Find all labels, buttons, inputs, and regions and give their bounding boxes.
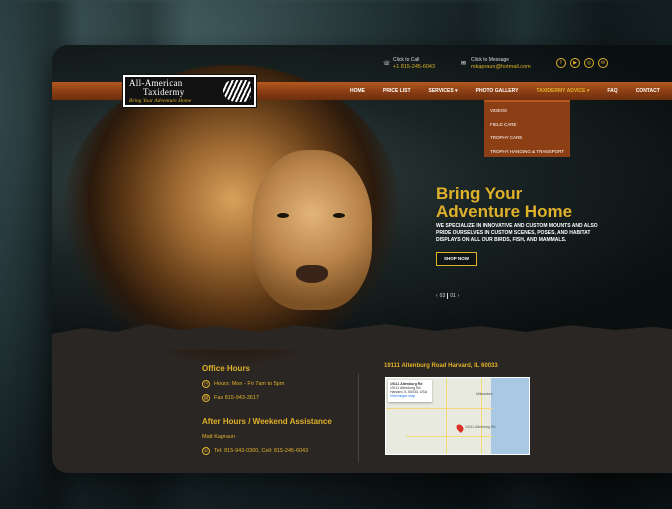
nav-services-label: SERVICES <box>428 88 454 94</box>
nav-home[interactable]: HOME <box>341 88 374 94</box>
hero-headline: Bring Your Adventure Home <box>436 185 572 221</box>
address: 19111 Altenburg Road Harvard, IL 60033 <box>384 363 498 369</box>
email-icon[interactable]: ✉ <box>598 58 608 68</box>
youtube-icon[interactable]: ▶ <box>570 58 580 68</box>
slide-total: 01 <box>450 293 456 299</box>
shop-now-button[interactable]: SHOP NOW <box>436 252 477 266</box>
map-card-sub: 19111 Altenburg Rd, Harvard, IL 60033, U… <box>390 386 428 394</box>
slide-pager: ‹ 03 01 › <box>436 293 459 299</box>
zebra-logo-icon <box>223 80 251 102</box>
phone-icon: ☏ <box>383 61 391 67</box>
map-road <box>386 408 493 409</box>
prev-slide-icon[interactable]: ‹ <box>436 293 438 299</box>
main-nav: HOME PRICE LIST SERVICES ▾ PHOTO GALLERY… <box>341 82 669 100</box>
column-divider <box>358 373 359 463</box>
message-icon: ✉ <box>461 61 467 67</box>
location-map[interactable]: 19111 Altenburg Rd 19111 Altenburg Rd, H… <box>385 377 530 455</box>
click-to-call[interactable]: ☏ Click to Call +1 815-245-6043 <box>383 57 435 71</box>
dropdown-item-trophy-care[interactable]: TROPHY CARE <box>484 132 570 146</box>
nav-photo-gallery[interactable]: PHOTO GALLERY <box>467 88 528 94</box>
slide-current: 03 <box>439 293 446 299</box>
nav-contact[interactable]: CONTACT <box>627 88 669 94</box>
map-road <box>481 378 482 454</box>
hours-line: ◷ Hours: Mon - Fri 7am to 5pm <box>202 380 284 388</box>
lion-eye-right <box>332 212 346 219</box>
info-section: Office Hours ◷ Hours: Mon - Fri 7am to 5… <box>52 345 672 473</box>
message-label: Click to Message <box>471 57 510 63</box>
map-road <box>406 436 493 437</box>
dropdown-item-videos[interactable]: VIDEOS <box>484 105 570 119</box>
fax-icon: ▤ <box>202 394 210 402</box>
instagram-icon[interactable]: ◎ <box>584 58 594 68</box>
website-frame: Bring Your Adventure Home WE SPECIALIZE … <box>52 45 672 473</box>
social-links: f ▶ ◎ ✉ <box>556 58 608 68</box>
fax-text: Fax 815-943-3617 <box>214 395 259 401</box>
chevron-down-icon: ▾ <box>586 88 590 94</box>
hours-text: Hours: Mon - Fri 7am to 5pm <box>214 381 285 387</box>
map-lake <box>491 378 529 454</box>
nav-taxidermy-advice-label: TAXIDERMY ADVICE <box>536 88 586 94</box>
map-road <box>446 378 447 454</box>
map-info-card: 19111 Altenburg Rd 19111 Altenburg Rd, H… <box>388 380 432 402</box>
lion-eye-left <box>276 212 290 219</box>
site-logo[interactable]: All-American Taxidermy Bring Your Advent… <box>122 74 257 108</box>
office-hours-title: Office Hours <box>202 364 251 373</box>
call-label: Click to Call <box>393 57 420 63</box>
contact-name: Matt Kapraun <box>202 434 236 440</box>
pager-divider <box>447 293 449 299</box>
click-to-message[interactable]: ✉ Click to Message mkapraun@hotmail.com <box>461 57 531 71</box>
lion-face-image <box>252 150 372 310</box>
view-larger-map-link[interactable]: View larger map <box>390 394 430 398</box>
fax-line: ▤ Fax 815-943-3617 <box>202 394 259 402</box>
call-value[interactable]: +1 815-245-6043 <box>393 64 435 71</box>
nav-taxidermy-advice[interactable]: TAXIDERMY ADVICE ▾ <box>527 88 598 94</box>
map-pin-icon[interactable] <box>455 423 465 433</box>
hero-headline-line2: Adventure Home <box>436 202 573 221</box>
hero-subtext: WE SPECIALIZE IN INNOVATIVE AND CUSTOM M… <box>436 223 598 243</box>
hero-headline-line1: Bring Your <box>436 184 523 203</box>
clock-icon: ◷ <box>202 380 210 388</box>
after-hours-title: After Hours / Weekend Assistance <box>202 417 332 426</box>
facebook-icon[interactable]: f <box>556 58 566 68</box>
lion-nose <box>296 265 328 283</box>
dropdown-item-field-care[interactable]: FIELD CARE <box>484 119 570 133</box>
taxidermy-advice-dropdown: VIDEOS FIELD CARE TROPHY CARE TROPHY HAN… <box>484 100 570 157</box>
top-bar: ☏ Click to Call +1 815-245-6043 ✉ Click … <box>52 45 672 79</box>
map-city-label: Milwaukee <box>476 392 493 396</box>
chevron-down-icon: ▾ <box>455 88 458 94</box>
next-slide-icon[interactable]: › <box>458 293 460 299</box>
phone-icon: ☏ <box>202 447 210 455</box>
message-value[interactable]: mkapraun@hotmail.com <box>471 64 531 71</box>
nav-price-list[interactable]: PRICE LIST <box>374 88 420 94</box>
tel-line: ☏ Tel: 815-943-0300, Cell: 815-245-6043 <box>202 447 308 455</box>
dropdown-item-trophy-hanging[interactable]: TROPHY HANGING & TRANSPORT <box>484 146 570 160</box>
nav-services[interactable]: SERVICES ▾ <box>420 88 467 94</box>
nav-faq[interactable]: FAQ <box>598 88 626 94</box>
tel-text[interactable]: Tel: 815-943-0300, Cell: 815-245-6043 <box>214 448 308 454</box>
map-pin-label: 19111 Altenburg Rd <box>465 425 496 429</box>
